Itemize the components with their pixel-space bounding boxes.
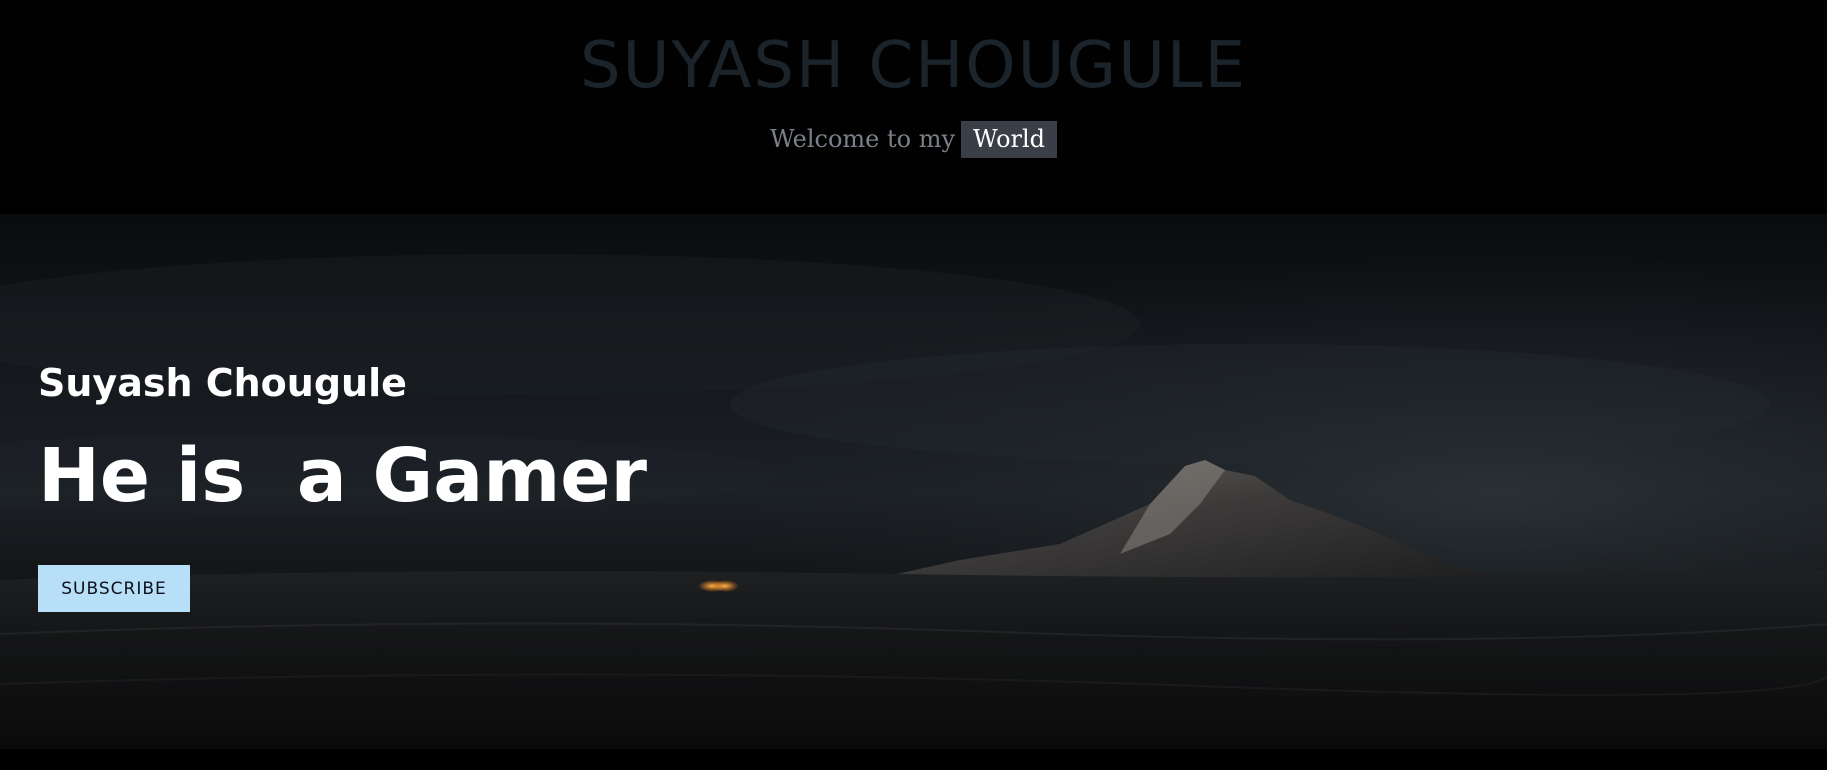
hero-headline: He is a Gamer xyxy=(38,433,647,519)
tagline-prefix: Welcome to my xyxy=(769,125,956,153)
tagline-highlight: World xyxy=(961,120,1058,158)
hero-banner: Suyash Chougule He is a Gamer SUBSCRIBE xyxy=(0,214,1827,749)
hero-name: Suyash Chougule xyxy=(38,361,407,405)
page-bottom-strip xyxy=(0,749,1827,770)
site-header: SUYASH CHOUGULE Welcome to my World xyxy=(0,0,1827,214)
subscribe-button[interactable]: SUBSCRIBE xyxy=(38,565,190,612)
site-title: SUYASH CHOUGULE xyxy=(579,29,1248,103)
tagline: Welcome to my World xyxy=(0,120,1827,158)
